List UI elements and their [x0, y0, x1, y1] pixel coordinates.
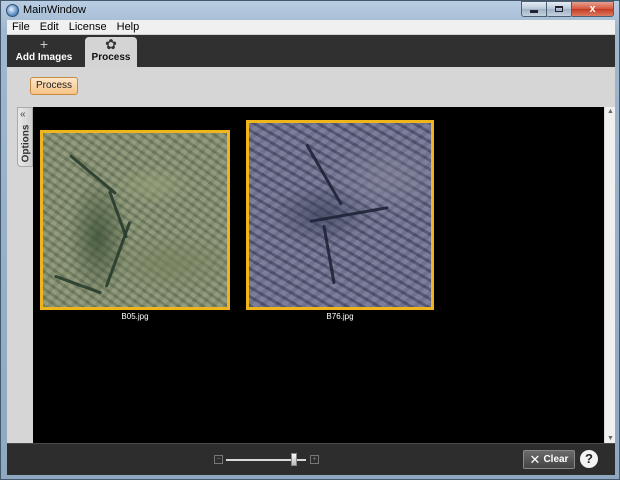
process-button[interactable]: Process — [30, 77, 78, 95]
bottom-bar: − + ✕ Clear ? — [7, 443, 615, 475]
menu-file[interactable]: File — [7, 20, 35, 34]
client-area: File Edit License Help + Add Images ✿ Pr… — [7, 20, 615, 475]
plus-icon: + — [39, 36, 49, 52]
image-caption: B05.jpg — [121, 312, 149, 321]
menu-help[interactable]: Help — [112, 20, 145, 34]
clear-button-label: Clear — [543, 454, 569, 465]
scroll-down-arrow-icon[interactable]: ▼ — [607, 435, 614, 442]
river-feature — [53, 274, 103, 295]
close-icon: x — [589, 3, 596, 15]
river-feature — [69, 154, 117, 195]
options-label: Options — [20, 124, 32, 163]
maximize-button[interactable] — [547, 1, 572, 17]
zoom-out-icon[interactable]: − — [214, 455, 223, 464]
clear-x-icon: ✕ — [529, 452, 541, 467]
app-globe-icon — [6, 4, 19, 17]
help-button[interactable]: ? — [580, 450, 598, 468]
minimize-icon — [530, 10, 538, 13]
image-gallery[interactable]: B05.jpg B76.jpg — [33, 107, 604, 443]
menu-edit[interactable]: Edit — [35, 20, 64, 34]
river-feature — [104, 221, 132, 288]
minimize-button[interactable] — [521, 1, 547, 17]
collapse-chevron-icon: « — [20, 109, 26, 120]
river-feature — [309, 206, 389, 223]
options-panel-toggle[interactable]: « Options — [17, 107, 33, 167]
clear-button[interactable]: ✕ Clear — [523, 450, 575, 469]
main-window: MainWindow x File Edit License Help + Ad… — [0, 0, 620, 480]
content-area: « Options B05.jpg B76.jpg ▲ ▼ — [7, 107, 615, 443]
river-feature — [322, 224, 336, 285]
tab-add-images[interactable]: + Add Images — [15, 37, 73, 67]
window-controls: x — [521, 1, 614, 18]
menu-license[interactable]: License — [64, 20, 112, 34]
river-feature — [305, 143, 343, 206]
tab-process-label: Process — [91, 52, 131, 63]
zoom-slider-thumb[interactable] — [291, 453, 297, 466]
vertical-scrollbar[interactable]: ▲ ▼ — [604, 107, 615, 443]
flower-icon: ✿ — [105, 36, 117, 52]
maximize-icon — [555, 6, 563, 12]
image-caption: B76.jpg — [326, 312, 354, 321]
tab-add-images-label: Add Images — [15, 52, 73, 63]
tab-bar: + Add Images ✿ Process — [7, 35, 615, 67]
scroll-up-arrow-icon[interactable]: ▲ — [607, 108, 614, 115]
process-toolbar: Process — [7, 67, 615, 107]
menu-bar: File Edit License Help — [7, 20, 615, 35]
image-thumbnail-b76[interactable] — [246, 120, 434, 310]
close-button[interactable]: x — [572, 1, 614, 17]
title-bar[interactable]: MainWindow x — [1, 1, 619, 19]
zoom-in-icon[interactable]: + — [310, 455, 319, 464]
image-thumbnail-b05[interactable] — [40, 130, 230, 310]
tab-process[interactable]: ✿ Process — [85, 37, 137, 67]
window-title: MainWindow — [23, 4, 86, 16]
